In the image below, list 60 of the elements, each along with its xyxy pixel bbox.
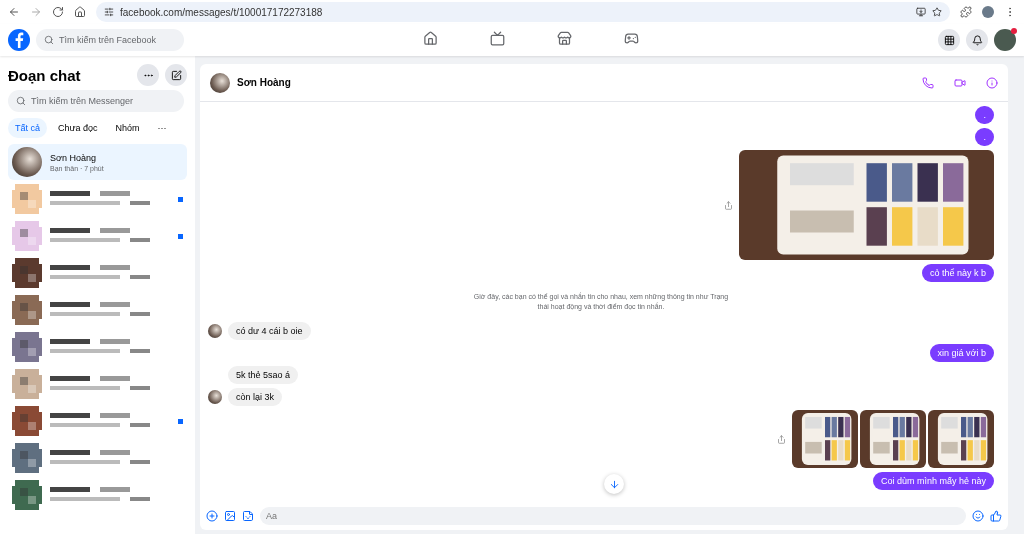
- new-message-button[interactable]: [165, 64, 187, 86]
- message-input[interactable]: Aa: [260, 507, 966, 525]
- like-icon[interactable]: [990, 510, 1002, 522]
- pixelated-avatar: [12, 480, 42, 510]
- gamepad-icon[interactable]: [624, 30, 639, 46]
- message-bubble: xin giá với b: [929, 344, 994, 363]
- message-bubble: cỏ thể này k b: [921, 264, 994, 282]
- pixelated-avatar: [12, 295, 42, 325]
- chat-title: Sơn Hoàng: [237, 77, 292, 88]
- message-bubble: .: [975, 106, 994, 124]
- pixelated-avatar: [12, 221, 42, 251]
- site-settings-icon[interactable]: [104, 7, 114, 17]
- contact-avatar: [12, 147, 42, 177]
- pixelated-avatar: [12, 406, 42, 436]
- compose-icon[interactable]: [170, 69, 182, 81]
- account-avatar[interactable]: [994, 29, 1016, 51]
- grid-icon[interactable]: [943, 34, 955, 46]
- bookmark-icon[interactable]: [932, 7, 942, 17]
- sticker-icon[interactable]: [242, 510, 254, 522]
- pixelated-avatar: [12, 369, 42, 399]
- search-field[interactable]: Tìm kiếm trên Facebook: [36, 29, 184, 51]
- filter-tab[interactable]: Chưa đọc: [51, 118, 105, 138]
- search-icon[interactable]: [16, 96, 26, 106]
- sidebar-title: Đoạn chat: [8, 66, 81, 84]
- message-bubble: có dư 4 cái b oie: [228, 322, 311, 341]
- video-icon[interactable]: [490, 30, 505, 46]
- message-bubble: 5k thẻ 5sao á: [228, 366, 299, 385]
- pixelated-avatar: [12, 184, 42, 214]
- filter-tab[interactable]: ···: [150, 118, 174, 138]
- message-bubble: còn lại 3k: [228, 388, 283, 407]
- filter-tab[interactable]: Nhóm: [108, 118, 147, 138]
- address-bar[interactable]: facebook.com/messages/t/100017172273188: [96, 2, 950, 22]
- emoji-icon[interactable]: [972, 510, 984, 522]
- info-icon[interactable]: [986, 76, 998, 89]
- phone-icon[interactable]: [922, 76, 934, 89]
- search-icon[interactable]: [44, 35, 54, 45]
- store-icon[interactable]: [557, 30, 572, 46]
- image-icon[interactable]: [224, 510, 236, 522]
- home-icon[interactable]: [74, 6, 86, 18]
- menu-button[interactable]: [938, 29, 960, 51]
- pixelated-avatar: [12, 332, 42, 362]
- bell-icon[interactable]: [971, 34, 983, 46]
- pixelated-avatar: [12, 258, 42, 288]
- back-icon[interactable]: [8, 6, 20, 18]
- install-icon[interactable]: [916, 7, 926, 17]
- messenger-search-field[interactable]: Tìm kiếm trên Messenger: [8, 90, 184, 112]
- extension-icon[interactable]: [960, 6, 972, 18]
- video-call-icon[interactable]: [954, 76, 966, 89]
- facebook-logo[interactable]: [8, 29, 30, 51]
- profile-avatar[interactable]: [982, 6, 994, 18]
- plus-icon[interactable]: [206, 510, 218, 522]
- pixelated-avatar: [12, 443, 42, 473]
- home-icon[interactable]: [423, 30, 438, 46]
- message-bubble: Coi dùm mình mấy hẻ này: [872, 472, 994, 491]
- message-bubble: .: [975, 128, 994, 146]
- contact-name: Sơn Hoàng: [50, 152, 97, 163]
- contact-avatar: [210, 72, 230, 93]
- notifications-button[interactable]: [966, 29, 988, 51]
- reload-icon[interactable]: [52, 6, 64, 18]
- filter-tab[interactable]: Tất cả: [8, 118, 47, 138]
